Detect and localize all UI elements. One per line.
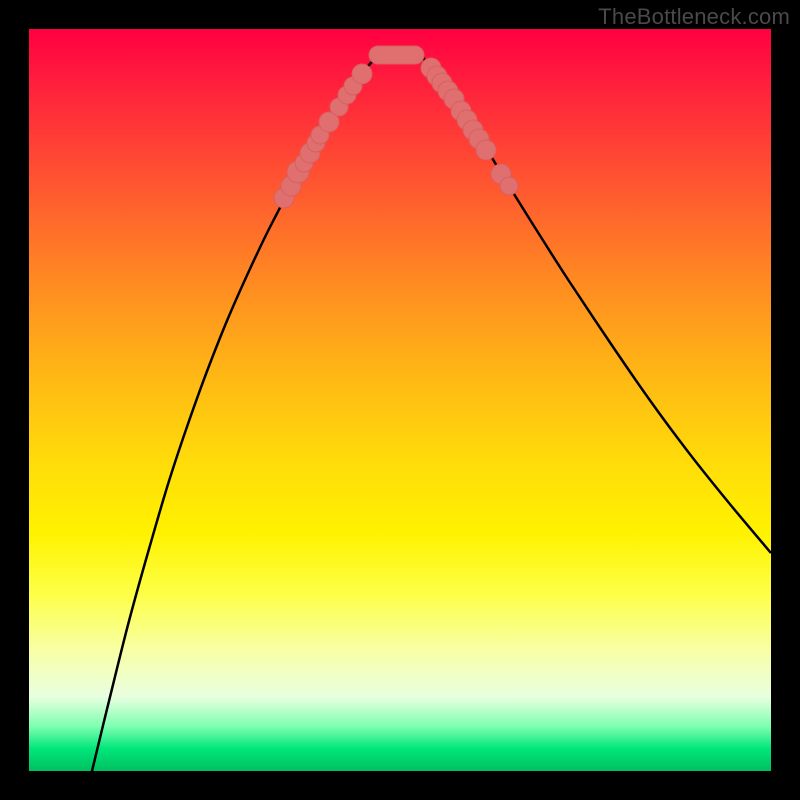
data-marker [476,140,496,160]
markers-right-group [421,58,518,195]
plot-area [29,29,771,771]
data-marker [352,64,372,84]
chart-svg [29,29,771,771]
data-marker [500,177,518,195]
curve-left [92,49,389,771]
watermark-text: TheBottleneck.com [598,4,790,30]
markers-left-group [274,64,372,208]
chart-container: TheBottleneck.com [0,0,800,800]
bottom-pill-marker [369,46,424,64]
